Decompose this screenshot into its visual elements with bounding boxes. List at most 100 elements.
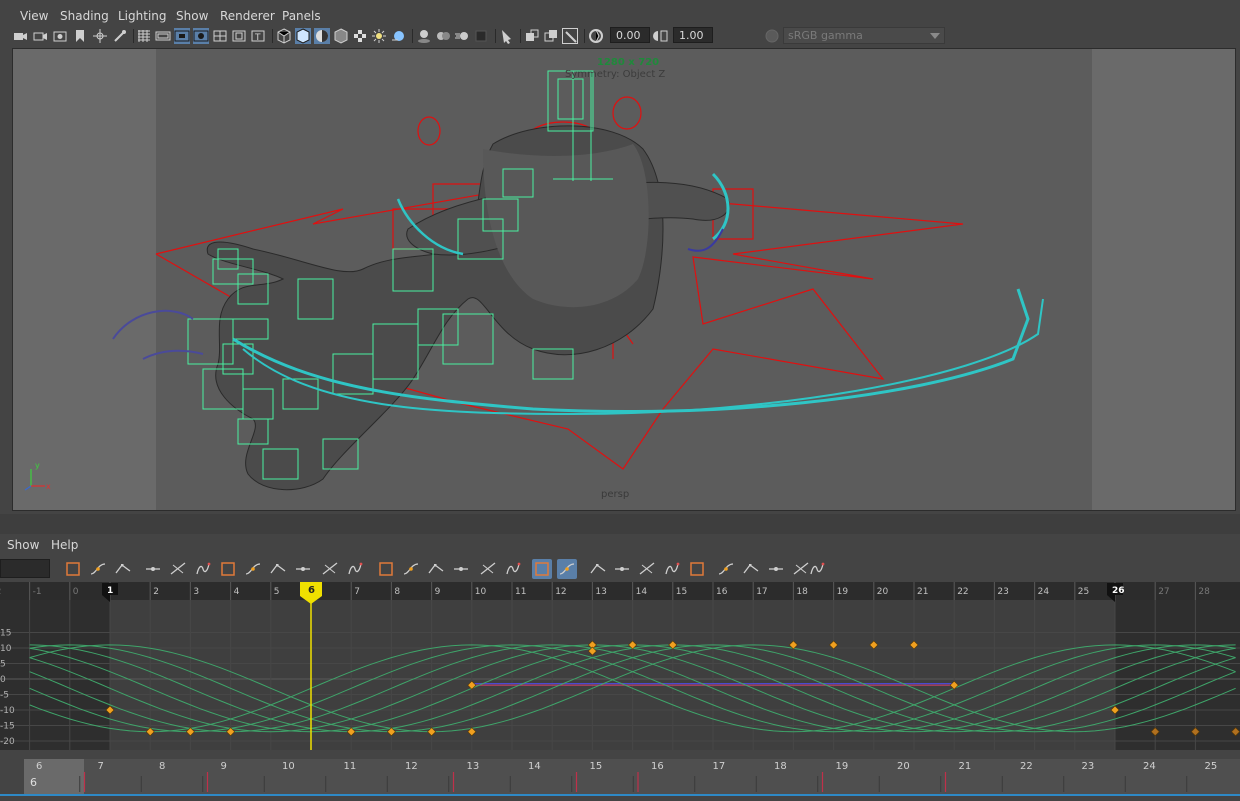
film-gate-icon[interactable] — [174, 28, 190, 44]
color-space-value: sRGB gamma — [788, 29, 863, 42]
resolution-gate-icon[interactable] — [193, 28, 209, 44]
clamped-tangent-icon[interactable] — [243, 559, 263, 579]
time-slider[interactable]: 6 7 8 9 10 11 12 13 14 15 16 17 18 19 20 21 22 23 24 25 6 — [0, 752, 1240, 801]
outliner-filter-field[interactable] — [0, 559, 50, 578]
frame-label: 8 — [394, 587, 400, 597]
unstack-curves-icon[interactable] — [807, 559, 827, 579]
gamma-icon[interactable] — [653, 28, 669, 44]
menu-panels[interactable]: Panels — [282, 9, 321, 23]
time-slider-frame-label: 6 — [36, 761, 42, 772]
swap-buffer-icon[interactable] — [401, 559, 421, 579]
buffer-curve-icon[interactable] — [376, 559, 396, 579]
image-plane-icon[interactable] — [92, 28, 108, 44]
isolate-select-icon[interactable] — [524, 28, 540, 44]
denormalize-icon[interactable] — [637, 559, 657, 579]
textured-icon[interactable] — [371, 28, 387, 44]
exposure-icon[interactable] — [588, 28, 604, 44]
menu-show[interactable]: Show — [176, 9, 208, 23]
post-infinity-cycle-icon[interactable] — [687, 559, 707, 579]
gamma-field[interactable]: 1.00 — [673, 27, 713, 43]
break-tangent-icon[interactable] — [426, 559, 446, 579]
region-tool-icon[interactable] — [143, 559, 163, 579]
out-of-range-right — [1115, 600, 1240, 750]
lock-tangent-weight-icon[interactable] — [503, 559, 523, 579]
menu-lighting[interactable]: Lighting — [118, 9, 167, 23]
free-tangent-weight-icon[interactable] — [478, 559, 498, 579]
lights-icon[interactable] — [390, 28, 406, 44]
camera-icon[interactable] — [12, 28, 28, 44]
grid-icon[interactable] — [155, 28, 171, 44]
gate-mask-icon[interactable] — [212, 28, 228, 44]
move-key-icon[interactable] — [63, 559, 83, 579]
pre-infinity-cycle-icon[interactable] — [662, 559, 682, 579]
retime-tool-icon[interactable] — [168, 559, 188, 579]
x-ray-joints-icon[interactable] — [562, 28, 578, 44]
color-management-icon[interactable] — [764, 28, 780, 44]
color-space-dropdown[interactable]: sRGB gamma — [783, 27, 945, 44]
current-frame-field[interactable]: 6 — [30, 776, 37, 789]
bookmark-icon[interactable] — [72, 28, 88, 44]
current-time-label: 6 — [308, 585, 315, 596]
graph-editor-graph[interactable]: 151050-5-10-15-20-25-2-10234578910111213… — [0, 582, 1240, 750]
step-tangent-icon[interactable] — [320, 559, 340, 579]
ge-menu-show[interactable]: Show — [7, 538, 39, 552]
shadows-icon[interactable] — [416, 28, 432, 44]
normalize-icon[interactable] — [612, 559, 632, 579]
time-slider-frame-label: 18 — [774, 761, 787, 772]
value-snap-icon[interactable] — [588, 559, 608, 579]
flat-tangent-icon[interactable] — [293, 559, 313, 579]
3d-viewport[interactable]: y x 1280 x 720 Symmetry: Object Z persp — [12, 48, 1236, 511]
insert-key-icon[interactable] — [88, 559, 108, 579]
time-snap-icon[interactable] — [557, 559, 577, 579]
safe-title-icon[interactable] — [276, 28, 292, 44]
menu-shading[interactable]: Shading — [60, 9, 109, 23]
time-slider-frame-label: 17 — [713, 761, 726, 772]
cycle-offset-icon[interactable] — [716, 559, 736, 579]
spline-tangent-icon[interactable] — [218, 559, 238, 579]
frame-label: 25 — [1078, 587, 1089, 597]
panel-divider[interactable] — [0, 514, 1240, 534]
anti-alias-icon[interactable] — [473, 28, 489, 44]
motion-blur-icon[interactable] — [454, 28, 470, 44]
safe-action-icon[interactable]: T — [250, 28, 266, 44]
linear-tangent-icon[interactable] — [268, 559, 288, 579]
camera-name-label: persp — [601, 489, 630, 500]
screen-space-ao-icon[interactable] — [435, 28, 451, 44]
time-slider-frame-label: 24 — [1143, 761, 1156, 772]
viewport-toolbar: T 0.00 1.00 sRGB gamma — [12, 26, 1237, 46]
snapshot-icon[interactable] — [52, 28, 68, 44]
time-slider-frame-label: 9 — [221, 761, 227, 772]
auto-load-icon[interactable] — [532, 559, 552, 579]
frame-label: 11 — [515, 587, 526, 597]
wireframe-on-shaded-icon[interactable] — [333, 28, 349, 44]
2d-pan-icon[interactable] — [112, 28, 128, 44]
time-slider-frame-label: 14 — [528, 761, 541, 772]
frame-label: 17 — [756, 587, 767, 597]
field-chart-icon[interactable] — [231, 28, 247, 44]
axis-label-y: y — [35, 461, 40, 470]
time-slider-frame-label: 16 — [651, 761, 664, 772]
auto-tangent-icon[interactable] — [193, 559, 213, 579]
linear-infinity-icon[interactable] — [766, 559, 786, 579]
grease-pencil-icon[interactable] — [136, 28, 152, 44]
x-ray-icon[interactable] — [543, 28, 559, 44]
time-slider-frame-label: 19 — [836, 761, 849, 772]
frame-label: 13 — [595, 587, 606, 597]
unify-tangent-icon[interactable] — [451, 559, 471, 579]
value-label: -20 — [0, 737, 15, 747]
wireframe-icon[interactable] — [295, 28, 311, 44]
depth-of-field-icon[interactable] — [499, 28, 515, 44]
graph-editor-menubar: Show Help — [0, 536, 1240, 556]
menu-renderer[interactable]: Renderer — [220, 9, 275, 23]
camera-attributes-icon[interactable] — [32, 28, 48, 44]
exposure-field[interactable]: 0.00 — [610, 27, 650, 43]
plateau-tangent-icon[interactable] — [345, 559, 365, 579]
ge-menu-help[interactable]: Help — [51, 538, 78, 552]
frame-label: 3 — [193, 587, 199, 597]
frame-label: 20 — [877, 587, 889, 597]
menu-view[interactable]: View — [20, 9, 48, 23]
oscillate-icon[interactable] — [741, 559, 761, 579]
lattice-deform-icon[interactable] — [113, 559, 133, 579]
default-material-icon[interactable] — [352, 28, 368, 44]
smooth-shade-icon[interactable] — [314, 28, 330, 44]
